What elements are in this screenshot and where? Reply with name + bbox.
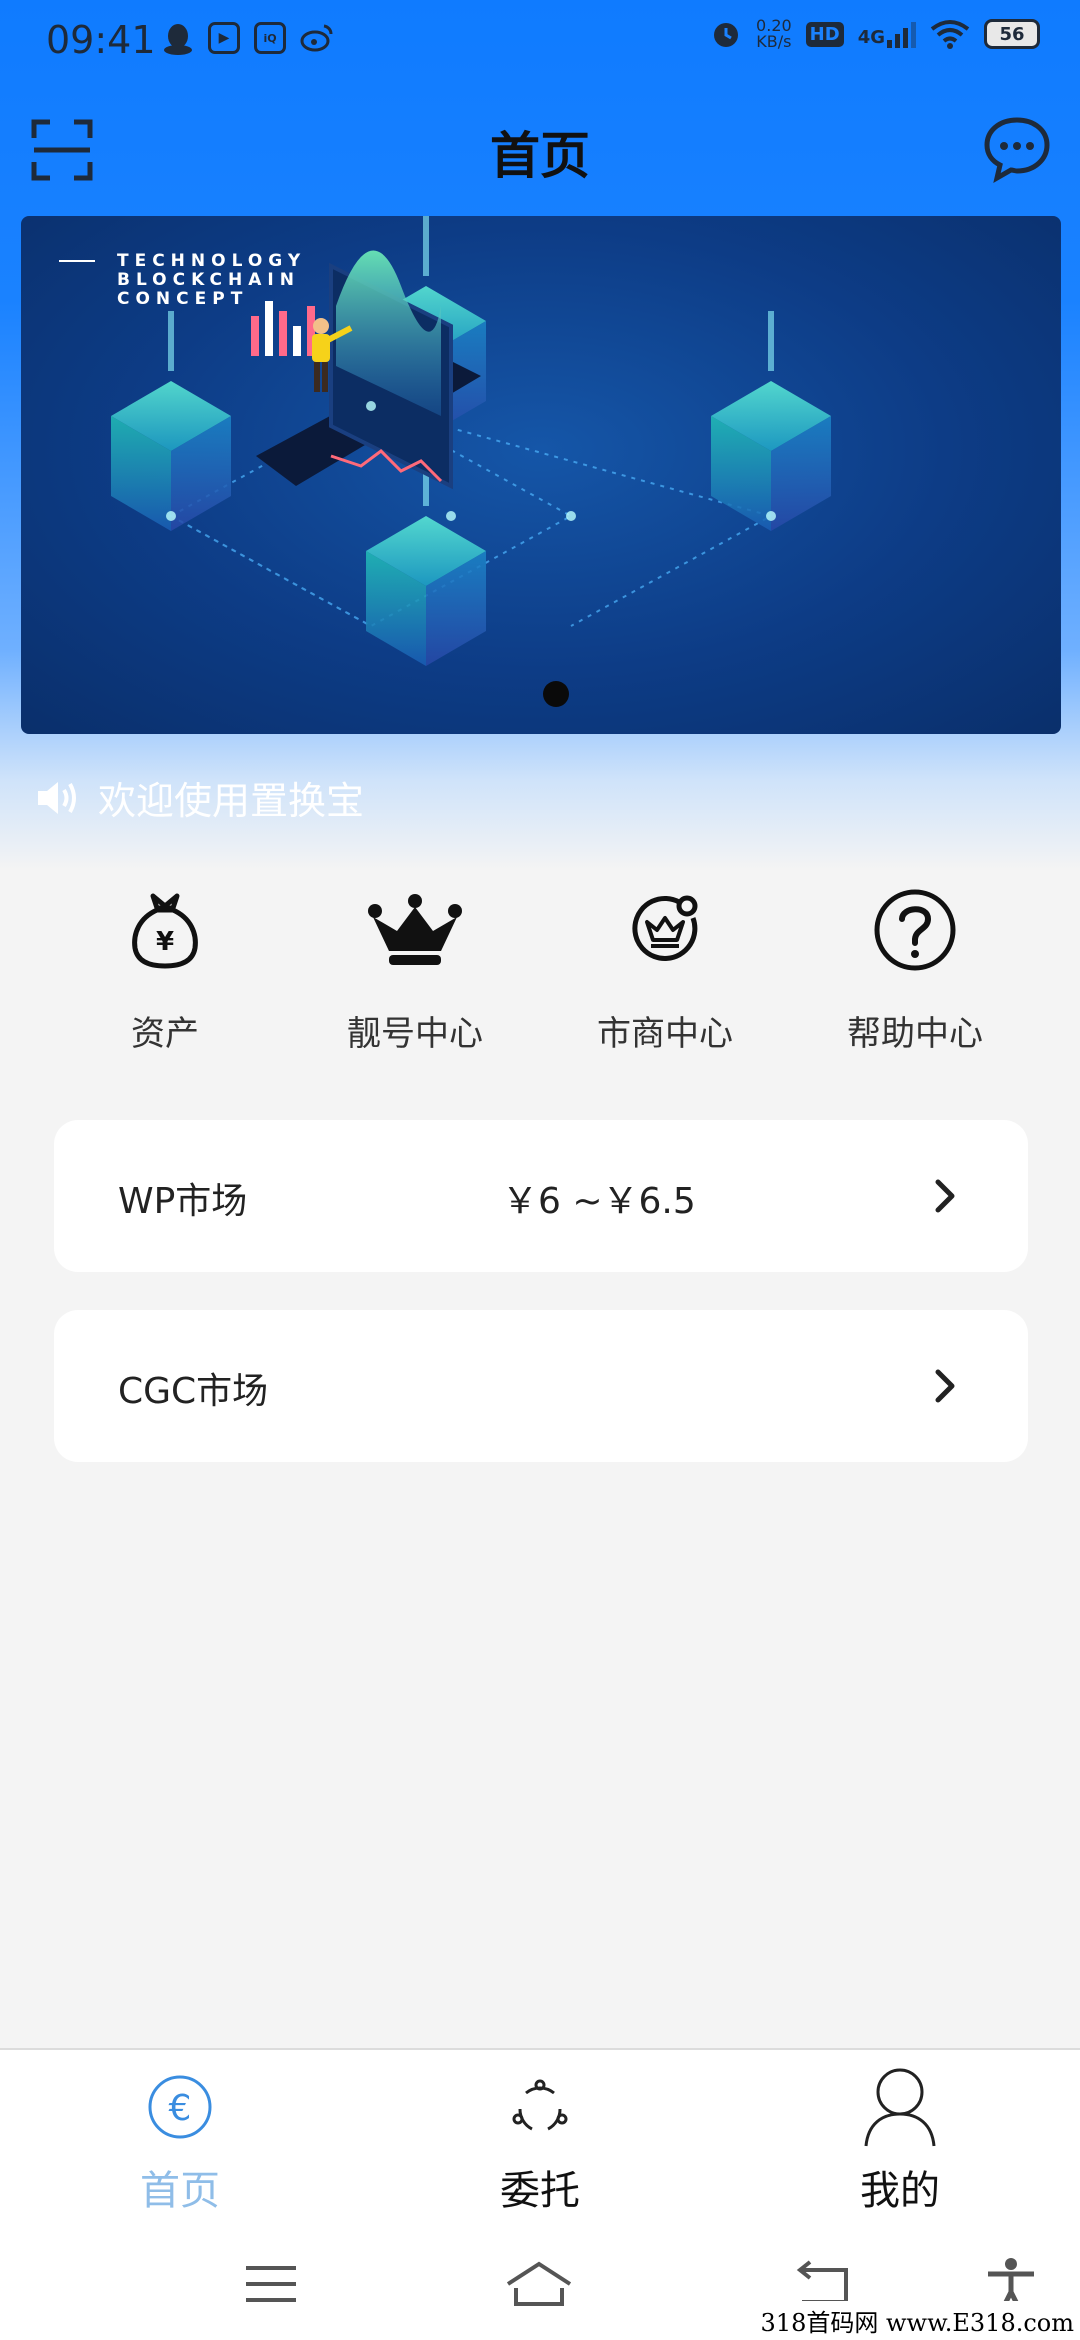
tab-label: 委托 <box>500 2168 580 2214</box>
cube-right <box>711 381 831 531</box>
quick-menu-label: 帮助中心 <box>847 1014 983 1054</box>
quick-menu-help[interactable]: 帮助中心 <box>790 880 1040 1055</box>
battery-icon: 56 <box>984 19 1040 49</box>
chevron-right-icon <box>935 1179 955 1213</box>
signal-bars-icon <box>887 20 916 48</box>
market-card-wp[interactable]: WP市场 ￥6 ~￥6.5 <box>54 1120 1028 1272</box>
carousel-indicator[interactable] <box>543 681 569 707</box>
tab-mine[interactable]: 我的 <box>720 2050 1080 2228</box>
net-speed: 0.20 KB/s <box>756 18 792 50</box>
crown-icon <box>365 880 465 980</box>
status-bar: 09:41 ▶ iQ 0.20 KB/s HD 4G 56 <box>0 0 1080 80</box>
quick-menu-merchant[interactable]: 市商中心 <box>540 880 790 1055</box>
market-price: ￥6 ~￥6.5 <box>502 1181 696 1222</box>
market-name: WP市场 <box>118 1181 248 1222</box>
tab-entrust[interactable]: 委托 <box>360 2050 720 2228</box>
quick-menu-assets[interactable]: ¥ 资产 <box>40 880 290 1055</box>
notice-bar: 欢迎使用置换宝 <box>34 770 364 825</box>
notification-icons: ▶ iQ <box>162 22 334 56</box>
system-indicators: 0.20 KB/s HD 4G 56 <box>710 18 1040 50</box>
weibo-icon <box>300 24 333 52</box>
speaker-icon <box>38 781 76 814</box>
user-icon <box>859 2066 941 2148</box>
svg-text:€: € <box>169 2088 192 2129</box>
message-icon[interactable] <box>982 114 1052 184</box>
help-icon <box>865 880 965 980</box>
signal-indicator: 4G <box>858 20 916 48</box>
quick-menu-vip-number[interactable]: 靓号中心 <box>290 880 540 1055</box>
bottom-tab-bar: € 首页 委托 我的 <box>0 2048 1080 2228</box>
battery-level: 56 <box>999 23 1025 45</box>
home-icon[interactable] <box>504 2256 574 2312</box>
video-app-icon: ▶ <box>208 22 240 54</box>
banner-carousel[interactable]: TECHNOLOGY BLOCKCHAIN CONCEPT <box>21 216 1061 734</box>
crown-badge-icon <box>615 880 715 980</box>
tab-home[interactable]: € 首页 <box>0 2050 360 2228</box>
page-title: 首页 <box>490 127 590 185</box>
svg-text:¥: ¥ <box>156 927 174 957</box>
system-navigation-bar: 318首码网 www.E318.com <box>0 2228 1080 2340</box>
market-card-cgc[interactable]: CGC市场 <box>54 1310 1028 1462</box>
share-circle-icon <box>499 2066 581 2148</box>
euro-icon: € <box>139 2066 221 2148</box>
alarm-icon <box>714 23 739 47</box>
cube-left <box>111 381 231 531</box>
wifi-icon <box>930 20 970 49</box>
blockchain-illustration <box>111 216 831 666</box>
hd-badge: HD <box>805 21 844 47</box>
quick-menu-label: 市商中心 <box>597 1014 733 1054</box>
status-time: 09:41 <box>46 18 156 62</box>
net-speed-unit: KB/s <box>756 32 792 51</box>
money-bag-icon: ¥ <box>115 880 215 980</box>
network-type: 4G <box>857 27 885 48</box>
notice-text: 欢迎使用置换宝 <box>98 779 365 823</box>
market-name: CGC市场 <box>118 1371 269 1412</box>
cube-bottom <box>366 516 486 666</box>
iqiyi-icon: iQ <box>254 22 286 54</box>
tab-label: 我的 <box>860 2168 940 2214</box>
quick-menu-label: 资产 <box>131 1014 199 1054</box>
menu-icon[interactable] <box>236 2256 306 2312</box>
quick-menu: ¥ 资产 靓号中心 市商中心 帮助中心 <box>0 880 1080 1055</box>
watermark: 318首码网 www.E318.com <box>754 2301 1080 2340</box>
quick-menu-label: 靓号中心 <box>347 1014 483 1054</box>
tab-label: 首页 <box>140 2168 220 2214</box>
app-header: 首页 <box>0 100 1080 200</box>
qq-icon <box>164 24 192 55</box>
chevron-right-icon <box>935 1369 955 1403</box>
